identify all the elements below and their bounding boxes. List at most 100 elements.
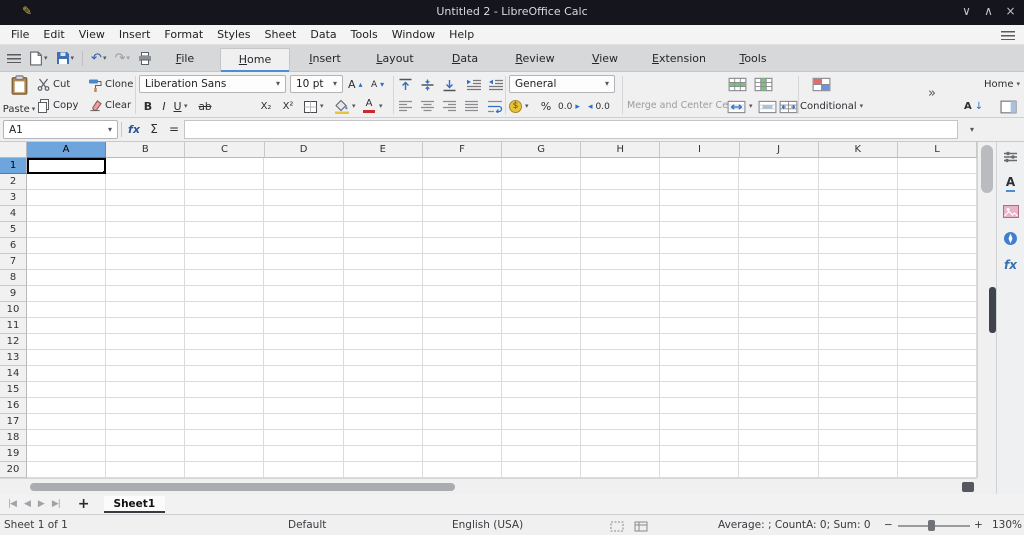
underline-button[interactable]: U [171, 97, 184, 116]
cell-i20[interactable] [660, 462, 739, 478]
sheet-tab-sheet1[interactable]: Sheet1 [104, 496, 166, 513]
cell-a12[interactable] [27, 334, 106, 350]
cell-j15[interactable] [739, 382, 818, 398]
superscript-button[interactable]: X² [278, 97, 298, 116]
cell-g11[interactable] [502, 318, 581, 334]
cell-e8[interactable] [344, 270, 423, 286]
font-color-dropdown[interactable]: ▾ [379, 97, 388, 116]
sidebar-tab-navigator[interactable] [1002, 230, 1020, 246]
cell-j13[interactable] [739, 350, 818, 366]
cell-g10[interactable] [502, 302, 581, 318]
row-header-10[interactable]: 10 [0, 302, 27, 318]
cell-d10[interactable] [264, 302, 343, 318]
cell-c2[interactable] [185, 174, 264, 190]
toolbar-overflow-button[interactable]: » [928, 86, 936, 101]
column-header-e[interactable]: E [344, 142, 423, 158]
cell-k17[interactable] [819, 414, 898, 430]
cell-k14[interactable] [819, 366, 898, 382]
vertical-scrollbar-thumb[interactable] [981, 145, 993, 193]
cell-b11[interactable] [106, 318, 185, 334]
cell-j6[interactable] [739, 238, 818, 254]
cell-h17[interactable] [581, 414, 660, 430]
cell-a5[interactable] [27, 222, 106, 238]
menu-item-edit[interactable]: Edit [36, 26, 71, 43]
cell-c15[interactable] [185, 382, 264, 398]
selection-mode-icon[interactable] [610, 521, 624, 532]
cell-l11[interactable] [898, 318, 977, 334]
cell-k20[interactable] [819, 462, 898, 478]
cell-d4[interactable] [264, 206, 343, 222]
cell-h8[interactable] [581, 270, 660, 286]
cell-h6[interactable] [581, 238, 660, 254]
cell-i13[interactable] [660, 350, 739, 366]
cell-a17[interactable] [27, 414, 106, 430]
cell-e7[interactable] [344, 254, 423, 270]
cell-g8[interactable] [502, 270, 581, 286]
menubar-hamburger-icon[interactable] [1001, 31, 1015, 40]
cell-h11[interactable] [581, 318, 660, 334]
cell-g3[interactable] [502, 190, 581, 206]
cell-l10[interactable] [898, 302, 977, 318]
column-header-c[interactable]: C [185, 142, 264, 158]
cell-g1[interactable] [502, 158, 581, 174]
cell-l3[interactable] [898, 190, 977, 206]
borders-dropdown[interactable]: ▾ [320, 97, 329, 116]
cell-f11[interactable] [423, 318, 502, 334]
cell-l8[interactable] [898, 270, 977, 286]
cell-a14[interactable] [27, 366, 106, 382]
cell-k11[interactable] [819, 318, 898, 334]
sidebar-tab-properties[interactable] [1002, 149, 1020, 165]
cell-k9[interactable] [819, 286, 898, 302]
cell-i11[interactable] [660, 318, 739, 334]
cell-g13[interactable] [502, 350, 581, 366]
row-header-17[interactable]: 17 [0, 414, 27, 430]
cell-h14[interactable] [581, 366, 660, 382]
cell-f16[interactable] [423, 398, 502, 414]
cell-f10[interactable] [423, 302, 502, 318]
cell-i5[interactable] [660, 222, 739, 238]
cell-d19[interactable] [264, 446, 343, 462]
insert-columns-button[interactable] [754, 75, 773, 94]
column-header-a[interactable]: A [27, 142, 106, 158]
cell-c4[interactable] [185, 206, 264, 222]
row-header-18[interactable]: 18 [0, 430, 27, 446]
tab-insert[interactable]: Insert [290, 48, 360, 71]
cell-a11[interactable] [27, 318, 106, 334]
cell-d17[interactable] [264, 414, 343, 430]
cell-i4[interactable] [660, 206, 739, 222]
percent-format-button[interactable]: % [538, 97, 554, 116]
cell-d15[interactable] [264, 382, 343, 398]
center-vertically-button[interactable] [420, 75, 435, 94]
cell-g6[interactable] [502, 238, 581, 254]
cell-e13[interactable] [344, 350, 423, 366]
cell-f12[interactable] [423, 334, 502, 350]
cell-i17[interactable] [660, 414, 739, 430]
next-sheet-button[interactable]: ▶ [34, 499, 48, 509]
cell-a4[interactable] [27, 206, 106, 222]
cell-j10[interactable] [739, 302, 818, 318]
cell-g5[interactable] [502, 222, 581, 238]
cell-d14[interactable] [264, 366, 343, 382]
cell-d16[interactable] [264, 398, 343, 414]
cell-b19[interactable] [106, 446, 185, 462]
row-header-20[interactable]: 20 [0, 462, 27, 478]
row-header-19[interactable]: 19 [0, 446, 27, 462]
column-header-l[interactable]: L [898, 142, 977, 158]
conditional-formatting-button[interactable] [812, 75, 831, 94]
column-header-i[interactable]: I [660, 142, 739, 158]
tab-file[interactable]: File [150, 48, 220, 71]
cell-d3[interactable] [264, 190, 343, 206]
row-header-7[interactable]: 7 [0, 254, 27, 270]
cell-g16[interactable] [502, 398, 581, 414]
close-button[interactable]: × [1003, 4, 1018, 18]
cell-c16[interactable] [185, 398, 264, 414]
shrink-font-button[interactable]: A▾ [371, 75, 384, 94]
merge-cells-button[interactable] [758, 97, 777, 116]
cell-e12[interactable] [344, 334, 423, 350]
cell-l2[interactable] [898, 174, 977, 190]
cell-l4[interactable] [898, 206, 977, 222]
delete-decimal-button[interactable]: ◂0.0 [588, 97, 610, 116]
cell-a2[interactable] [27, 174, 106, 190]
cell-l13[interactable] [898, 350, 977, 366]
cell-k4[interactable] [819, 206, 898, 222]
